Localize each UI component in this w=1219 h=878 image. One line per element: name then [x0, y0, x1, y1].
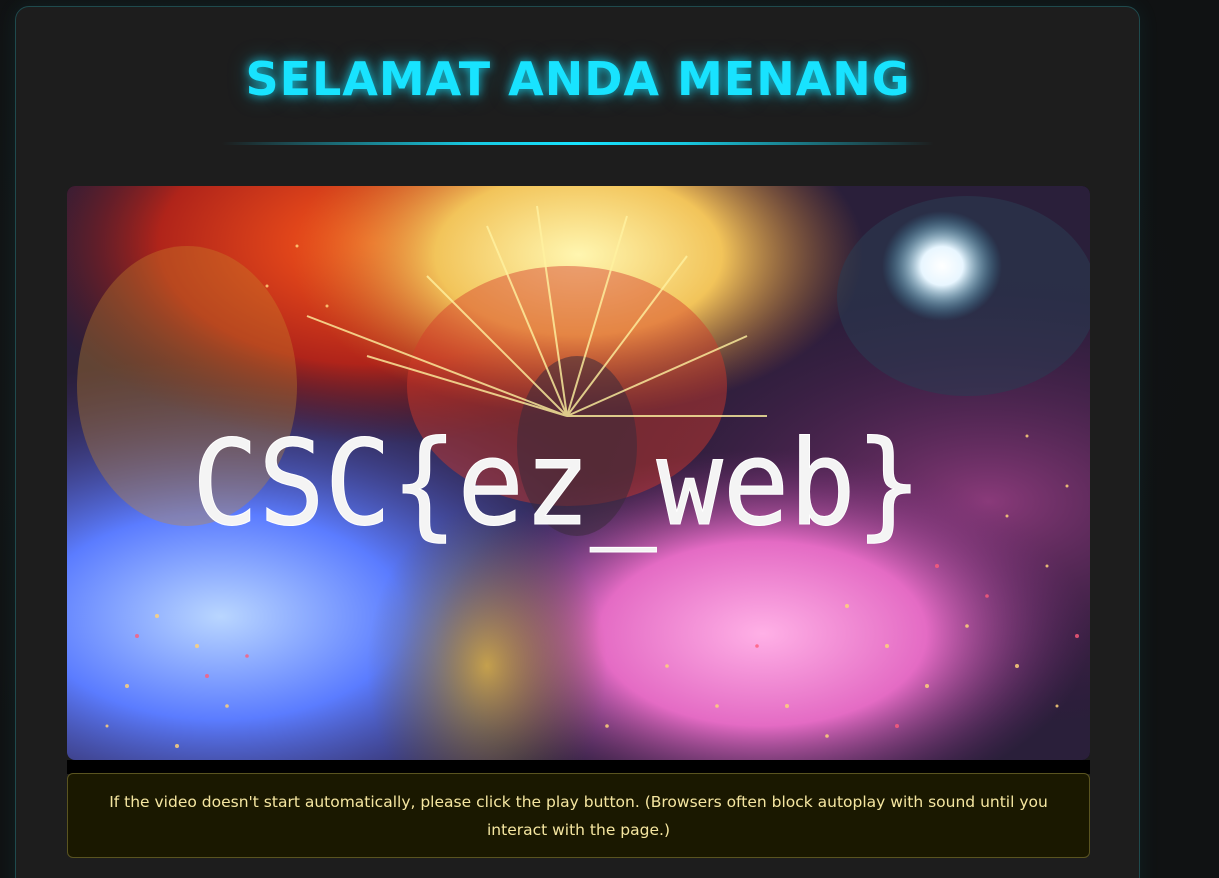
page-title: SELAMAT ANDA MENANG — [245, 52, 911, 106]
page: SELAMAT ANDA MENANG CSC{ez_web} If the v… — [0, 0, 1219, 878]
video-controls-strip — [67, 760, 1090, 774]
video-overlay-flag: CSC{ez_web} — [192, 414, 922, 552]
video-player[interactable]: CSC{ez_web} — [67, 186, 1090, 760]
video-frame-fireworks: CSC{ez_web} — [67, 186, 1090, 760]
autoplay-notice: If the video doesn't start automatically… — [67, 773, 1090, 858]
title-divider — [222, 142, 934, 145]
